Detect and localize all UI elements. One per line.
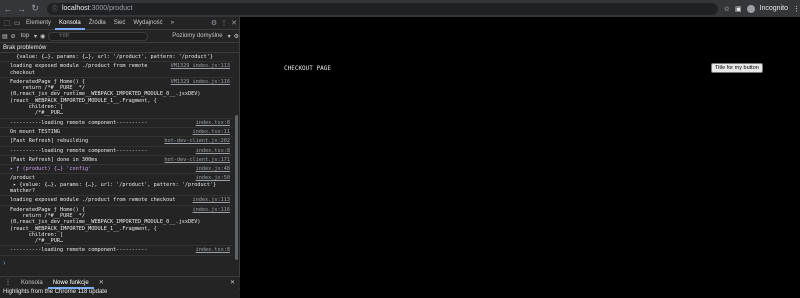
devtools-tabbar: ⬚ ▭ Elementy Konsola Źródła Sieć Wydajno… bbox=[0, 17, 239, 30]
chevron-down-icon[interactable]: ▾ bbox=[34, 33, 37, 40]
console-log: {value: {…}, params: {…}, url: '/product… bbox=[0, 53, 233, 260]
settings-gear-icon[interactable]: ⚙ bbox=[209, 19, 219, 27]
scrollbar-thumb[interactable] bbox=[235, 115, 238, 260]
devtools-drawer: ⋮ Konsola Nowe funkcje ✕ ✕ bbox=[0, 276, 240, 289]
filter-input[interactable] bbox=[48, 31, 149, 41]
source-link[interactable]: index.tsx:8 bbox=[196, 247, 230, 253]
console-entry[interactable]: {value: {…}, params: {…}, url: '/product… bbox=[0, 53, 233, 63]
page-heading: CHECKOUT PAGE bbox=[284, 65, 331, 72]
title-button[interactable]: Title for my button bbox=[711, 63, 763, 73]
console-entry[interactable]: ----------loading remote component------… bbox=[0, 147, 233, 156]
source-link[interactable]: hot-dev-client.js:171 bbox=[164, 157, 230, 163]
tab-elements[interactable]: Elementy bbox=[22, 17, 55, 30]
source-link[interactable]: VM1329 index.js:113 bbox=[171, 63, 230, 69]
console-entry[interactable]: On mount TESTING index.tsx:11 bbox=[0, 128, 233, 138]
source-link[interactable]: index.js:48 bbox=[196, 166, 230, 172]
source-link[interactable]: index.tsx:11 bbox=[193, 129, 230, 135]
forward-icon[interactable]: → bbox=[16, 3, 28, 15]
side-panel-icon[interactable]: ▣ bbox=[735, 5, 742, 13]
source-link[interactable]: index.js:113 bbox=[193, 197, 230, 203]
console-settings-icon[interactable]: ⚙ bbox=[234, 33, 239, 40]
issues-bar[interactable]: Brak problemów bbox=[0, 43, 239, 53]
context-select[interactable]: top bbox=[19, 33, 31, 39]
device-toggle-icon[interactable]: ▭ bbox=[12, 19, 22, 27]
tab-performance[interactable]: Wydajność bbox=[129, 17, 166, 30]
address-bar[interactable]: ⓘ localhost:3000/product bbox=[46, 2, 718, 15]
inspect-icon[interactable]: ⬚ bbox=[2, 19, 12, 27]
source-link[interactable]: index.tsx:8 bbox=[196, 148, 230, 154]
incognito-label[interactable]: Incognito bbox=[760, 5, 788, 12]
console-entry[interactable]: [Fast Refresh] done in 300ms hot-dev-clie… bbox=[0, 156, 233, 166]
reload-icon[interactable]: ↻ bbox=[29, 3, 41, 15]
back-icon[interactable]: ← bbox=[2, 3, 14, 15]
console-entry[interactable]: ▸ ƒ (product) {…} 'config' index.js:48 bbox=[0, 165, 233, 175]
source-link[interactable]: index.tsx:8 bbox=[196, 120, 230, 126]
tab-console[interactable]: Konsola bbox=[55, 17, 85, 30]
levels-dropdown[interactable]: Poziomy domyślne bbox=[170, 33, 224, 39]
levels-chevron-icon[interactable]: ▾ bbox=[228, 33, 231, 40]
source-link[interactable]: VM1329 index.js:116 bbox=[171, 79, 230, 85]
source-link[interactable]: hot-dev-client.js:202 bbox=[164, 138, 230, 144]
console-entry[interactable]: [Fast Refresh] rebuilding hot-dev-client.… bbox=[0, 137, 233, 147]
url-path: :3000/product bbox=[89, 5, 133, 12]
console-entry[interactable]: ----------loading remote component------… bbox=[0, 246, 233, 256]
console-entry[interactable]: ----------loading remote component------… bbox=[0, 119, 233, 128]
sidebar-toggle-icon[interactable]: ▤ bbox=[2, 33, 8, 40]
drawer-tab-close-icon[interactable]: ✕ bbox=[94, 277, 109, 289]
url-host: localhost bbox=[61, 5, 90, 12]
console-entry[interactable]: loading exposed module ./product from re… bbox=[0, 62, 233, 78]
console-entry[interactable]: FederatedPage ƒ Home() { return /*#__PUR… bbox=[0, 206, 233, 247]
close-icon[interactable]: ✕ bbox=[229, 19, 239, 27]
console-entry[interactable]: loading exposed module ./product from re… bbox=[0, 196, 233, 206]
drawer-menu-icon[interactable]: ⋮ bbox=[0, 277, 16, 289]
console-entry[interactable]: /product ▸ {value: {…}, params: {…}, url… bbox=[0, 174, 233, 197]
bookmark-star-icon[interactable]: ☆ bbox=[724, 5, 730, 13]
eye-icon[interactable]: ◉ bbox=[40, 33, 45, 40]
drawer-close-icon[interactable]: ✕ bbox=[225, 277, 240, 289]
source-link[interactable]: index.js:50 bbox=[196, 175, 230, 181]
tab-sources[interactable]: Źródła bbox=[85, 17, 110, 30]
console-scrollbar[interactable] bbox=[234, 53, 239, 263]
drawer-tab-whats-new[interactable]: Nowe funkcje bbox=[47, 277, 94, 289]
console-prompt[interactable]: › bbox=[3, 260, 5, 267]
drawer-tab-console[interactable]: Konsola bbox=[16, 277, 48, 289]
browser-toolbar: ← → ↻ ⓘ localhost:3000/product ☆ ▣ Incog… bbox=[0, 0, 800, 17]
site-info-icon[interactable]: ⓘ bbox=[52, 4, 58, 13]
kebab-menu-icon[interactable]: ⋮ bbox=[219, 19, 229, 27]
source-link[interactable]: index.js:116 bbox=[193, 207, 230, 213]
incognito-avatar-icon[interactable] bbox=[746, 4, 755, 13]
page-viewport: CHECKOUT PAGE Title for my button bbox=[241, 17, 800, 298]
more-tabs-icon[interactable]: » bbox=[167, 17, 178, 30]
whats-new-highlights: Highlights from the Chrome 118 update bbox=[0, 289, 240, 298]
console-toolbar: ▤ ⊘ top ▾ ◉ Poziomy domyślne ▾ ⚙ bbox=[0, 30, 239, 43]
menu-icon[interactable]: ⋮ bbox=[793, 5, 800, 13]
console-entry[interactable]: FederatedPage ƒ Home() { return /*#__PUR… bbox=[0, 78, 233, 119]
tab-network[interactable]: Sieć bbox=[110, 17, 130, 30]
clear-console-icon[interactable]: ⊘ bbox=[11, 33, 16, 40]
